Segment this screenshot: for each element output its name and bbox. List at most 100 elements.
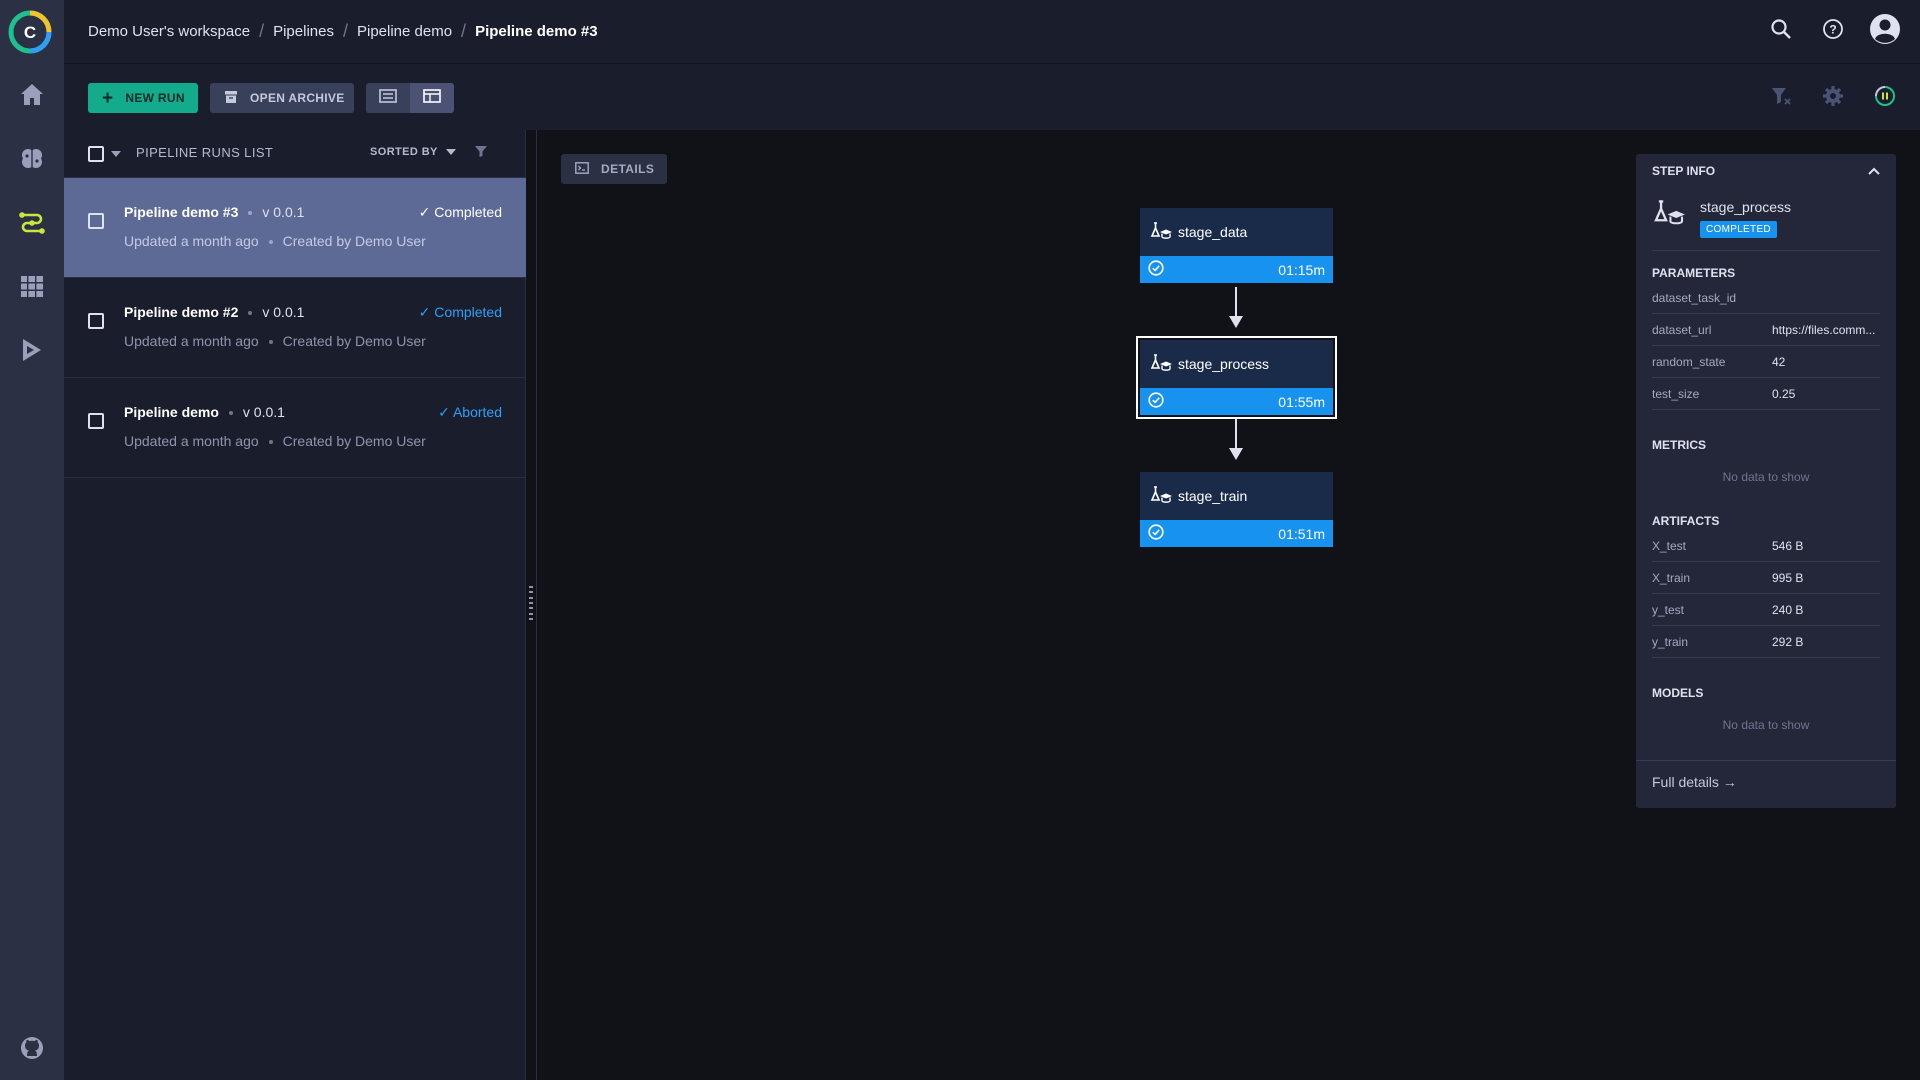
sidebar-item-pipelines[interactable]	[0, 200, 64, 248]
run-row[interactable]: Pipeline demo v 0.0.1 Updated a month ago…	[64, 378, 526, 478]
run-row[interactable]: Pipeline demo #2 v 0.0.1 Updated a month …	[64, 278, 526, 378]
step-status-bar: 01:51m	[1140, 520, 1333, 547]
breadcrumb-pipelines[interactable]: Pipelines	[273, 23, 334, 40]
sidebar-item-projects[interactable]	[0, 136, 64, 184]
breadcrumb-workspace[interactable]: Demo User's workspace	[88, 23, 250, 40]
graph-edge	[1235, 419, 1237, 449]
new-run-label: NEW RUN	[125, 91, 185, 105]
run-meta: Updated a month ago Created by Demo User	[124, 233, 426, 249]
step-name: stage_process	[1178, 356, 1270, 372]
view-mode-toggle	[366, 83, 454, 113]
artifacts-title: ARTIFACTS	[1652, 514, 1720, 528]
run-row[interactable]: Pipeline demo #3 v 0.0.1 Updated a month …	[64, 178, 526, 278]
pipeline-step-node[interactable]: stage_process 01:55m	[1136, 336, 1337, 419]
search-button[interactable]	[1766, 17, 1796, 47]
sidebar-item-datasets[interactable]	[0, 264, 64, 312]
details-label: DETAILS	[601, 162, 655, 176]
breadcrumb-separator: /	[461, 21, 467, 41]
sort-dropdown[interactable]: SORTED BY	[370, 146, 456, 158]
new-run-button[interactable]: + NEW RUN	[88, 83, 198, 113]
check-circle-icon	[1148, 524, 1164, 543]
help-button[interactable]: ?	[1818, 17, 1848, 47]
artifact-row[interactable]: X_test 546 B	[1652, 530, 1880, 562]
step-type-icon	[1150, 221, 1178, 243]
home-icon	[17, 79, 47, 114]
run-name-line: Pipeline demo v 0.0.1	[124, 404, 285, 420]
run-updated: Updated a month ago	[124, 333, 259, 349]
console-icon	[575, 161, 601, 177]
check-icon: ✓	[438, 404, 453, 420]
user-menu-button[interactable]	[1870, 14, 1900, 47]
select-all-checkbox[interactable]	[88, 146, 104, 162]
select-menu-chevron-down-icon[interactable]	[111, 151, 121, 157]
plus-icon: +	[102, 87, 114, 109]
github-icon	[17, 1033, 47, 1068]
runs-list-title: PIPELINE RUNS LIST	[136, 145, 274, 160]
param-key: random_state	[1652, 354, 1726, 369]
svg-text:C: C	[24, 23, 36, 42]
run-name-line: Pipeline demo #3 v 0.0.1	[124, 204, 304, 220]
step-duration: 01:55m	[1278, 393, 1325, 410]
breadcrumb: Demo User's workspace / Pipelines / Pipe…	[88, 0, 598, 63]
parameter-row: dataset_task_id	[1652, 282, 1880, 314]
node-header: stage_process	[1140, 340, 1333, 388]
models-title: MODELS	[1652, 686, 1704, 700]
param-value: https://files.comm...	[1772, 322, 1876, 337]
run-version: v 0.0.1	[262, 304, 305, 320]
clear-filters-button[interactable]	[1766, 83, 1796, 113]
artifact-key: y_train	[1652, 634, 1689, 649]
run-status-label: Completed	[434, 304, 502, 320]
divider	[1636, 760, 1896, 761]
open-archive-label: OPEN ARCHIVE	[250, 91, 345, 105]
step-info-step-name: stage_process	[1700, 199, 1792, 215]
step-type-icon	[1150, 485, 1178, 507]
step-type-icon	[1652, 200, 1686, 231]
run-name-line: Pipeline demo #2 v 0.0.1	[124, 304, 304, 320]
open-archive-button[interactable]: OPEN ARCHIVE	[210, 83, 354, 113]
details-view-button[interactable]	[410, 83, 454, 113]
settings-button[interactable]	[1818, 83, 1848, 113]
panel-resize-handle[interactable]	[526, 586, 536, 620]
sidebar-item-orchestration[interactable]	[0, 328, 64, 376]
details-button[interactable]: DETAILS	[561, 154, 667, 184]
breadcrumb-pipeline[interactable]: Pipeline demo	[357, 23, 452, 40]
pipeline-step-node[interactable]: stage_train 01:51m	[1140, 472, 1333, 547]
sort-label: SORTED BY	[370, 146, 438, 158]
artifact-row[interactable]: y_test 240 B	[1652, 594, 1880, 626]
split-view-icon	[423, 88, 441, 108]
check-circle-icon	[1148, 260, 1164, 279]
sidebar-item-home[interactable]	[0, 72, 64, 120]
run-checkbox[interactable]	[88, 413, 104, 429]
run-updated: Updated a month ago	[124, 233, 259, 249]
step-info-panel: STEP INFO stage_process COMPLETED PARAME…	[1636, 154, 1896, 808]
sidebar-item-github[interactable]	[0, 1026, 64, 1074]
full-details-link[interactable]: Full details →	[1652, 774, 1737, 790]
run-checkbox[interactable]	[88, 213, 104, 229]
list-view-button[interactable]	[366, 83, 410, 113]
datasets-icon	[17, 271, 47, 306]
run-checkbox[interactable]	[88, 313, 104, 329]
list-view-icon	[379, 88, 397, 108]
chevron-up-icon	[1866, 165, 1882, 182]
step-status-bar: 01:55m	[1140, 388, 1333, 415]
run-status: ✓ Completed	[419, 304, 502, 321]
step-info-title: STEP INFO	[1652, 164, 1716, 178]
run-name: Pipeline demo #2	[124, 304, 239, 320]
auto-refresh-toggle[interactable]	[1870, 83, 1900, 113]
svg-text:?: ?	[1829, 23, 1836, 37]
filter-icon	[474, 145, 488, 162]
step-name: stage_data	[1178, 224, 1248, 240]
filter-button[interactable]	[474, 144, 488, 163]
check-icon: ✓	[418, 304, 435, 320]
collapse-button[interactable]	[1866, 164, 1882, 178]
step-duration: 01:15m	[1278, 261, 1325, 278]
artifact-row[interactable]: y_train 292 B	[1652, 626, 1880, 658]
run-status: ✓ Completed	[419, 204, 502, 221]
run-created-by: Created by Demo User	[282, 333, 426, 349]
param-key: dataset_url	[1652, 322, 1712, 337]
artifact-row[interactable]: X_train 995 B	[1652, 562, 1880, 594]
brain-icon	[17, 143, 47, 178]
arrow-down-icon	[1229, 448, 1243, 460]
pipeline-step-node[interactable]: stage_data 01:15m	[1140, 208, 1333, 283]
app-logo[interactable]: C	[8, 8, 52, 56]
